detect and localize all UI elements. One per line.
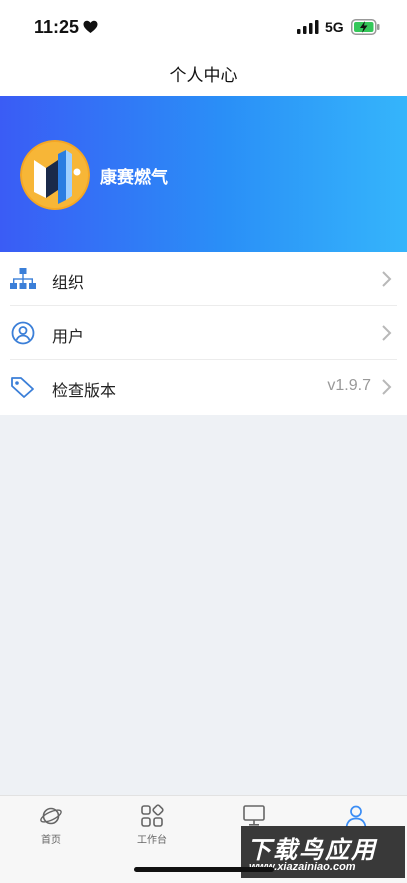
tab-workbench[interactable]: 工作台 xyxy=(101,804,203,850)
user-icon xyxy=(11,321,35,345)
menu-label-user: 用户 xyxy=(52,327,85,346)
signal-icon xyxy=(297,20,319,34)
page-title: 个人中心 xyxy=(169,66,238,86)
company-logo-avatar[interactable] xyxy=(20,140,90,210)
settings-menu: 组织 用户 检查版本 v1.9.7 xyxy=(0,252,407,415)
home-indicator xyxy=(134,867,274,872)
grid-icon xyxy=(141,804,164,827)
battery-charging-icon xyxy=(351,19,380,35)
monitor-icon xyxy=(243,805,265,826)
tag-icon xyxy=(11,377,34,398)
watermark-main: 下载鸟应用 xyxy=(247,836,377,864)
menu-item-organization[interactable]: 组织 xyxy=(0,252,407,306)
status-time: 11:25 xyxy=(34,17,80,37)
planet-icon xyxy=(40,807,62,825)
version-value: v1.9.7 xyxy=(327,377,371,394)
network-label: 5G xyxy=(325,19,344,35)
chevron-right-icon xyxy=(382,271,392,287)
company-logo-icon xyxy=(20,140,90,210)
nav-bar: 个人中心 xyxy=(0,52,407,96)
heart-icon xyxy=(83,20,98,33)
tab-label-home: 首页 xyxy=(41,835,61,846)
company-name: 康赛燃气 xyxy=(100,168,168,188)
chevron-right-icon xyxy=(382,379,392,395)
status-bar: 11:25 5G xyxy=(0,0,407,52)
menu-label-check-version: 检查版本 xyxy=(52,381,117,400)
tab-label-workbench: 工作台 xyxy=(137,835,167,846)
tab-home[interactable]: 首页 xyxy=(0,804,102,850)
menu-item-user[interactable]: 用户 xyxy=(0,306,407,360)
menu-label-organization: 组织 xyxy=(52,273,85,292)
chevron-right-icon xyxy=(382,325,392,341)
person-icon xyxy=(345,805,367,828)
org-chart-icon xyxy=(10,268,36,289)
profile-banner: 康赛燃气 xyxy=(0,96,407,252)
menu-item-check-version[interactable]: 检查版本 v1.9.7 xyxy=(0,360,407,414)
